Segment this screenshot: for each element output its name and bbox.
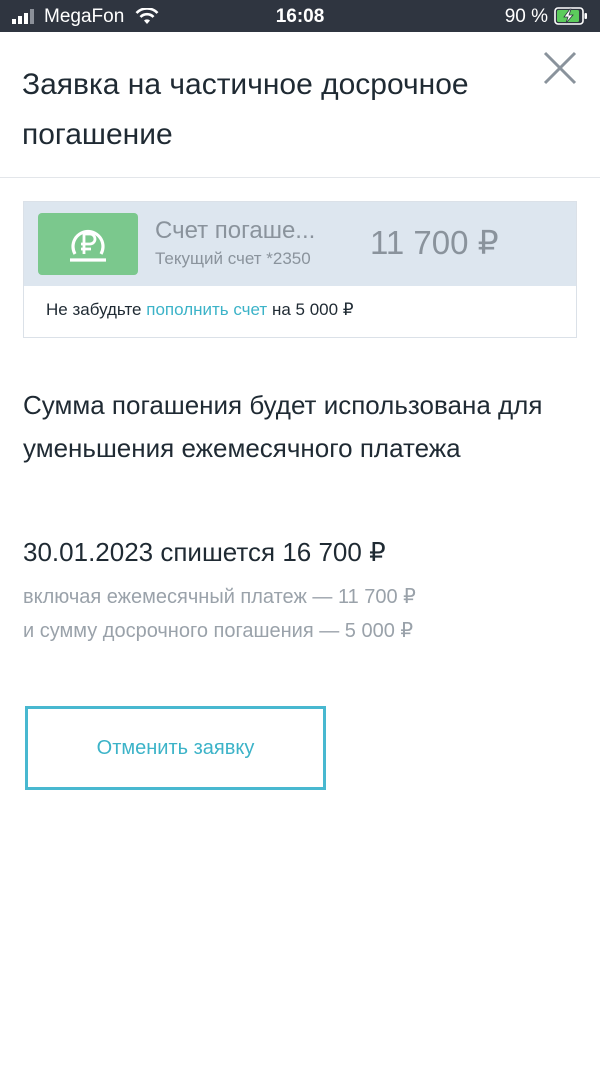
early-repayment-detail: и сумму досрочного погашения — 5 000 ₽ xyxy=(23,620,414,642)
top-up-reminder: Не забудьте пополнить счет на 5 000 ₽ xyxy=(46,300,354,320)
account-name: Счет погаше... xyxy=(155,217,316,244)
account-subtitle: Текущий счет *2350 xyxy=(155,249,311,268)
battery-percent: 90 % xyxy=(504,6,548,27)
account-card: Счет погаше... Текущий счет *2350 11 700… xyxy=(23,201,577,338)
repayment-purpose-text: Сумма погашения будет использована для у… xyxy=(23,390,543,463)
reminder-prefix: Не забудьте xyxy=(46,300,142,319)
close-icon[interactable] xyxy=(542,50,578,86)
page-title: Заявка на частичное досрочное погашение xyxy=(22,68,469,151)
battery-charging-icon xyxy=(554,7,587,25)
page-header: Заявка на частичное досрочное погашение xyxy=(0,32,600,178)
account-selector[interactable]: Счет погаше... Текущий счет *2350 11 700… xyxy=(24,202,576,286)
reminder-suffix: на 5 000 ₽ xyxy=(271,300,354,319)
status-bar: MegaFon 16:08 90 % xyxy=(0,0,600,32)
ruble-coin-icon xyxy=(38,213,138,275)
account-amount: 11 700 ₽ xyxy=(370,224,499,261)
charge-summary: 30.01.2023 спишется 16 700 ₽ xyxy=(23,537,386,567)
monthly-payment-detail: включая ежемесячный платеж — 11 700 ₽ xyxy=(23,586,416,608)
top-up-link[interactable]: пополнить счет xyxy=(146,300,267,319)
cancel-request-button[interactable]: Отменить заявку xyxy=(25,706,326,790)
